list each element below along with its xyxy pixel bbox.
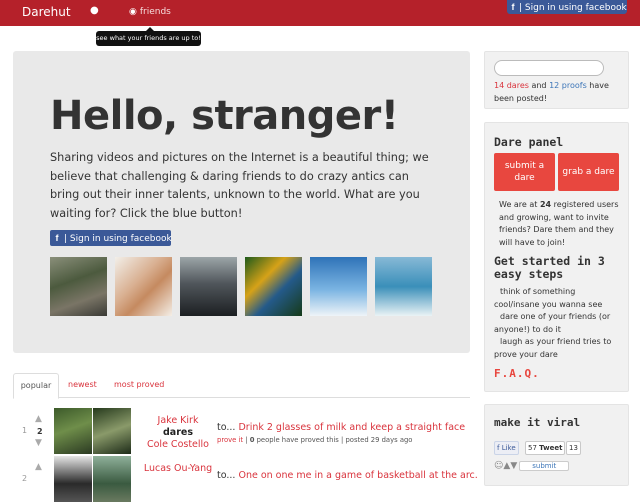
nav-friends-label: friends (139, 7, 171, 17)
dare-row: 1 ▲ 2 ▼ Jake Kirk dares Cole Costello to… (13, 408, 470, 454)
dare-title-link[interactable]: One on one me in a game of basketball at… (238, 470, 477, 481)
downvote-arrow-icon[interactable]: ▼ (35, 438, 42, 448)
search-stats-box: 14 dares and 12 proofs have been posted! (484, 51, 629, 109)
tab-most-proved[interactable]: most proved (114, 373, 164, 397)
stats-and: and (531, 81, 547, 90)
hero-title: Hello, stranger! (50, 93, 399, 139)
target-avatar[interactable] (93, 408, 131, 454)
reddit-submit: ☺▲▼ submit (494, 461, 570, 471)
challenger-name[interactable]: Lucas Ou-Yang (135, 463, 221, 474)
brand-logo[interactable]: Darehut (22, 5, 71, 19)
search-input[interactable] (494, 60, 604, 76)
reddit-submit-button[interactable]: submit (519, 461, 570, 471)
vote-count: 2 (37, 427, 43, 436)
thumbnail-snowboarder[interactable] (310, 257, 367, 316)
site-stats: 14 dares and 12 proofs have been posted! (494, 79, 622, 105)
eye-icon: ◉ (129, 7, 137, 17)
thumbnail-surfer[interactable] (375, 257, 432, 316)
dare-panel: Dare panel submit a dare grab a dare We … (484, 122, 629, 392)
reddit-icon: ☺ (494, 461, 504, 471)
proved-count: 0 (249, 436, 255, 444)
target-avatar[interactable] (93, 456, 131, 502)
challenger-avatar[interactable] (54, 408, 92, 454)
make-viral-box: make it viral f Like 57 Tweet 13 ☺▲▼ subm… (484, 404, 629, 486)
facebook-like-button[interactable]: f Like (494, 441, 519, 455)
nav-friends-link[interactable]: ◉ friends (129, 7, 171, 17)
like-label: Like (501, 444, 516, 452)
dare-meta: prove it | 0 people have proved this | p… (217, 436, 412, 444)
hero-facebook-signin-label: | Sign in using facebook (64, 234, 172, 244)
hero-panel: Hello, stranger! Sharing videos and pict… (13, 51, 470, 353)
registered-prefix: We are at (499, 200, 538, 209)
hero-facebook-signin-button[interactable]: f | Sign in using facebook (50, 230, 172, 246)
tweet-button[interactable]: 57 Tweet (525, 441, 566, 455)
hero-description: Sharing videos and pictures on the Inter… (50, 151, 429, 220)
tweet-label: Tweet (539, 444, 563, 452)
dare-rank: 1 (22, 426, 28, 435)
get-started-title: Get started in 3 easy steps (494, 254, 605, 281)
thumbnail-couple[interactable] (115, 257, 172, 316)
upvote-arrow-icon[interactable]: ▲ (35, 414, 42, 424)
challenger-avatar[interactable] (54, 456, 92, 502)
thumbnail-skateboarder[interactable] (50, 257, 107, 316)
step-3: laugh as your friend tries to prove your… (494, 337, 612, 359)
submit-dare-button[interactable]: submit a dare (494, 153, 555, 191)
tweet-count: 57 (528, 444, 537, 452)
faq-link[interactable]: F.A.Q. (494, 367, 540, 380)
target-name[interactable]: Cole Costello (135, 439, 221, 450)
prove-it-link[interactable]: prove it (217, 436, 243, 444)
dare-rank: 2 (22, 474, 28, 483)
dare-to-prefix: to... (217, 422, 236, 433)
thumbnail-butterfly[interactable] (245, 257, 302, 316)
dare-title: to... One on one me in a game of basketb… (217, 470, 478, 481)
facebook-signin-label: | Sign in using facebook (519, 3, 627, 13)
step-1: think of something cool/insane you wanna… (494, 287, 603, 309)
posted-time: | posted 29 days ago (341, 436, 413, 444)
globe-icon[interactable]: ● (90, 5, 99, 16)
dare-row: 2 ▲ Lucas Ou-Yang to... One on one me in… (13, 456, 478, 502)
make-viral-title: make it viral (494, 416, 581, 429)
challenger-name[interactable]: Jake Kirk (135, 415, 221, 426)
tab-popular[interactable]: popular (13, 373, 59, 399)
dare-title: to... Drink 2 glasses of milk and keep a… (217, 422, 465, 433)
dare-tabs: popular newest most proved (13, 373, 470, 399)
registered-users-text: We are at 24 registered users and growin… (499, 199, 621, 249)
dares-word: dares (163, 427, 193, 438)
registered-count: 24 (539, 200, 552, 209)
grab-dare-button[interactable]: grab a dare (558, 153, 619, 191)
facebook-like-icon: f (497, 444, 500, 452)
thumbnail-group-photo[interactable] (180, 257, 237, 316)
proved-text: people have proved this (256, 436, 339, 444)
facebook-signin-button[interactable]: f | Sign in using facebook (507, 0, 627, 14)
meta-separator: | (245, 436, 248, 444)
friends-tooltip: see what your friends are up to! (96, 27, 201, 46)
share-count: 13 (566, 441, 581, 455)
dare-to-prefix: to... (217, 470, 236, 481)
dares-count[interactable]: 14 dares (494, 81, 529, 90)
facebook-icon: f (55, 233, 59, 243)
upvote-arrow-icon[interactable]: ▲ (35, 462, 42, 472)
facebook-icon: f (511, 2, 515, 12)
step-2: dare one of your friends (or anyone!) to… (494, 312, 611, 334)
reddit-downvote-icon[interactable]: ▼ (510, 461, 517, 471)
tab-newest[interactable]: newest (68, 373, 97, 397)
proofs-count[interactable]: 12 proofs (549, 81, 587, 90)
dare-title-link[interactable]: Drink 2 glasses of milk and keep a strai… (238, 422, 465, 433)
dare-panel-title: Dare panel (494, 135, 564, 149)
top-navbar: Darehut ● ◉ friends f | Sign in using face… (0, 0, 640, 26)
steps-list: think of something cool/insane you wanna… (494, 286, 622, 362)
